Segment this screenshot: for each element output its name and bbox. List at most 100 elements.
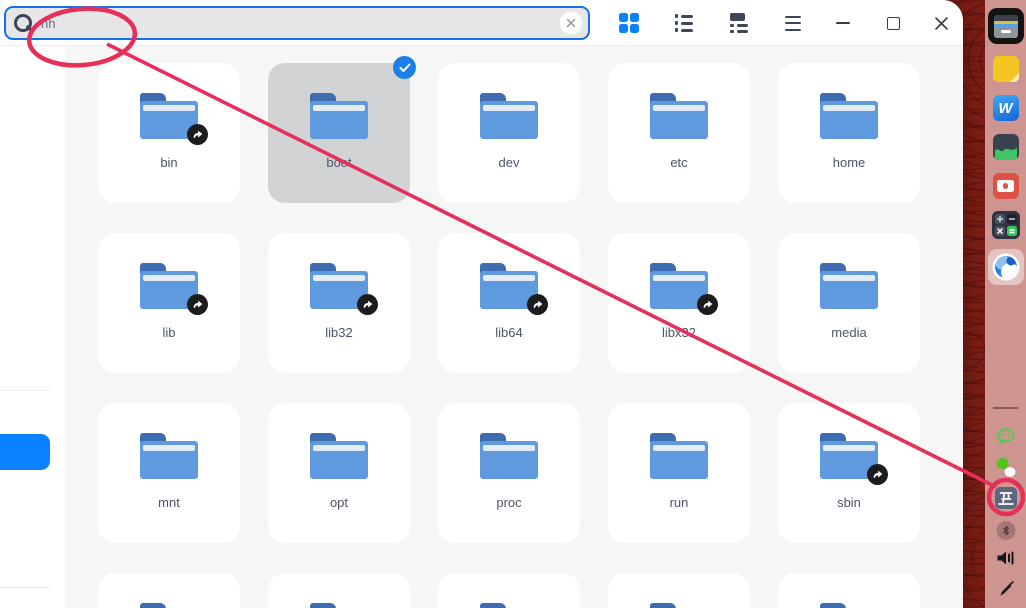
dock-wps-office-icon[interactable]: W [992, 95, 1019, 121]
file-tile-home[interactable]: home [778, 63, 920, 203]
wu-character-icon [997, 491, 1014, 505]
file-tile-etc[interactable]: etc [608, 63, 750, 203]
pen-icon [1000, 581, 1014, 596]
file-label: mnt [158, 495, 180, 510]
dock-browser-icon[interactable] [987, 249, 1024, 285]
grid-view-button[interactable] [612, 0, 646, 46]
dock-calculator-icon[interactable] [991, 211, 1020, 239]
folder-icon [140, 603, 198, 608]
wps-glyph: W [998, 99, 1013, 117]
file-tile-opt[interactable]: opt [268, 403, 410, 543]
file-tile-lib[interactable]: lib [98, 233, 240, 373]
grid-view-icon [618, 12, 640, 34]
folder-icon [310, 603, 368, 608]
list-view-button[interactable] [667, 0, 701, 46]
sidebar-selected-item[interactable] [0, 434, 50, 470]
folder-icon [480, 433, 538, 479]
file-label: sbin [837, 495, 861, 510]
dock-file-manager-icon[interactable] [987, 8, 1024, 44]
folder-icon [820, 603, 878, 608]
file-tile-proc[interactable]: proc [438, 403, 580, 543]
maximize-icon [886, 16, 900, 30]
folder-icon [820, 433, 888, 485]
file-label: lib64 [495, 325, 523, 340]
minimize-button[interactable] [826, 0, 860, 46]
close-icon [934, 16, 948, 30]
close-icon [566, 18, 576, 28]
file-grid: bin boot dev etc home lib lib32 lib64 li… [98, 56, 920, 608]
tray-pen-icon[interactable] [997, 581, 1014, 603]
file-label: etc [670, 155, 688, 170]
symlink-badge-icon [187, 294, 208, 315]
file-tile-lib32[interactable]: lib32 [268, 233, 410, 373]
symlink-badge-icon [867, 464, 888, 485]
file-label: lib32 [325, 325, 353, 340]
file-tile-lib64[interactable]: lib64 [438, 233, 580, 373]
folder-icon [310, 433, 368, 479]
file-label: lib [162, 325, 176, 340]
menu-button[interactable] [776, 0, 810, 46]
folder-icon [820, 93, 878, 139]
maximize-button[interactable] [876, 0, 910, 46]
dock-divider [993, 407, 1018, 409]
folder-icon [140, 93, 208, 145]
tray-wechat-outline-icon[interactable] [995, 426, 1017, 448]
tray-volume-icon[interactable] [995, 549, 1016, 572]
file-tile-mnt[interactable]: mnt [98, 403, 240, 543]
file-tile-libx32[interactable]: libx32 [608, 233, 750, 373]
file-label: run [669, 495, 689, 510]
symlink-badge-icon [527, 294, 548, 315]
folder-icon [650, 93, 708, 139]
folder-icon [140, 263, 208, 315]
selected-check-icon [393, 56, 416, 79]
close-button[interactable] [924, 0, 958, 46]
search-input[interactable] [33, 15, 559, 31]
symlink-badge-icon [697, 294, 718, 315]
folder-icon [140, 433, 198, 479]
file-tile-media[interactable]: media [778, 233, 920, 373]
sidebar [0, 46, 65, 608]
wechat-bubble-icon [996, 428, 1015, 445]
file-label: home [832, 155, 866, 170]
sidebar-divider [0, 587, 50, 588]
clear-search-button[interactable] [559, 11, 583, 35]
file-label: media [831, 325, 867, 340]
file-tile-partial[interactable] [438, 573, 580, 608]
file-tile-run[interactable]: run [608, 403, 750, 543]
file-label: bin [160, 155, 178, 170]
folder-icon [650, 433, 708, 479]
folder-icon [480, 93, 538, 139]
folder-icon [820, 263, 878, 309]
tray-bluetooth-icon[interactable] [996, 521, 1015, 540]
file-tile-partial[interactable] [268, 573, 410, 608]
file-manager-window: bin boot dev etc home lib lib32 [0, 0, 963, 608]
dock-system-monitor-icon[interactable] [992, 134, 1019, 160]
file-tile-partial[interactable] [98, 573, 240, 608]
file-tile-sbin[interactable]: sbin [778, 403, 920, 543]
search-bar[interactable] [4, 6, 590, 40]
file-tile-partial[interactable] [608, 573, 750, 608]
file-tile-bin[interactable]: bin [98, 63, 240, 203]
file-label: dev [498, 155, 520, 170]
sidebar-divider [0, 390, 50, 391]
minus-key-icon [1006, 214, 1017, 224]
dock: W [985, 0, 1026, 608]
speaker-icon [997, 551, 1013, 565]
multiply-key-icon [994, 226, 1005, 236]
dock-notes-icon[interactable] [992, 56, 1019, 82]
tray-wechat-icon[interactable] [996, 458, 1015, 477]
wechat-white-bubble [1004, 467, 1015, 477]
folder-icon [310, 93, 368, 139]
folder-icon [650, 603, 708, 608]
search-icon [13, 13, 33, 33]
dock-screen-recorder-icon[interactable] [992, 173, 1019, 199]
minimize-icon [836, 22, 850, 24]
file-tile-boot[interactable]: boot [268, 56, 416, 203]
folder-icon [480, 263, 548, 315]
file-label: proc [496, 495, 522, 510]
file-tile-dev[interactable]: dev [438, 63, 580, 203]
compact-view-button[interactable] [722, 0, 756, 46]
tray-input-method-wubi-icon[interactable] [994, 487, 1017, 509]
file-tile-partial[interactable] [778, 573, 920, 608]
symlink-badge-icon [187, 124, 208, 145]
